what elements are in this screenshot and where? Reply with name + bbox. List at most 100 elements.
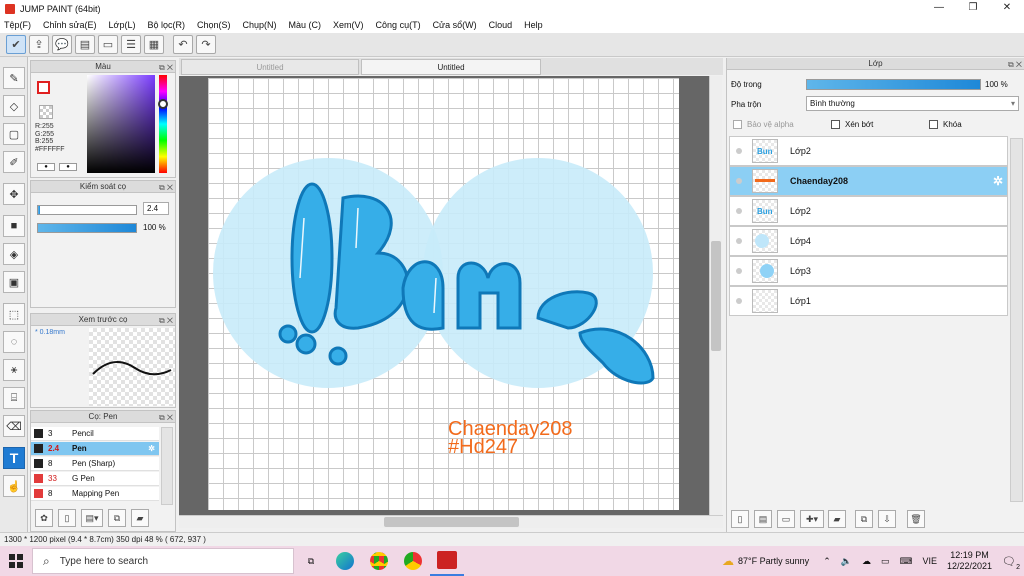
menu-help[interactable]: Help — [524, 20, 543, 30]
layer-row[interactable]: Lớp4 — [729, 226, 1008, 256]
marquee-tool-icon[interactable]: ⬚ — [3, 303, 25, 325]
menu-cloud[interactable]: Cloud — [489, 20, 513, 30]
menu-color[interactable]: Màu (C) — [289, 20, 322, 30]
brush-menu-icon[interactable]: ▤▾ — [81, 509, 103, 527]
language-indicator[interactable]: VIE — [922, 556, 937, 566]
hand-tool-icon[interactable]: ☝ — [3, 475, 25, 497]
panel-close-icon[interactable]: ⧉ ✕ — [1008, 59, 1022, 71]
taskbar-search-box[interactable]: ⌕ Type here to search — [32, 548, 294, 574]
visibility-icon[interactable] — [736, 178, 742, 184]
brush-item-g-pen[interactable]: 33 G Pen — [31, 472, 159, 486]
edge-browser-icon[interactable] — [328, 546, 362, 576]
network-icon[interactable]: ☁ — [862, 556, 871, 567]
brush-tool-icon[interactable]: ✎ — [3, 67, 25, 89]
gradient-tool-icon[interactable]: ▣ — [3, 271, 25, 293]
canvas-area[interactable]: Chaenday208 #Hd247 — [179, 76, 709, 515]
foreground-color-swatch[interactable] — [37, 81, 50, 94]
visibility-icon[interactable] — [736, 268, 742, 274]
menu-edit[interactable]: Chỉnh sửa(E) — [43, 20, 97, 30]
layer-row[interactable]: Chaenday208 ✲ — [729, 166, 1008, 196]
cloud-icon[interactable]: ✔ — [6, 35, 26, 54]
transparent-color-swatch[interactable] — [39, 105, 53, 119]
list-icon[interactable]: ☰ — [121, 35, 141, 54]
panel-close-icon[interactable]: ⧉ ✕ — [159, 412, 173, 424]
delete-layer-icon[interactable]: 🗑 — [907, 510, 925, 528]
menu-window[interactable]: Cửa sổ(W) — [433, 20, 477, 30]
tab-untitled-2[interactable]: Untitled — [361, 59, 541, 75]
brush-size-value[interactable]: 2.4 — [143, 202, 169, 215]
text-tool-icon[interactable]: T — [3, 447, 25, 469]
layer-opacity-slider[interactable] — [806, 79, 981, 90]
pen-tool-icon[interactable]: ✐ — [3, 151, 25, 173]
vertical-scroll-thumb[interactable] — [711, 241, 721, 351]
layer-row[interactable]: Lớp1 — [729, 286, 1008, 316]
magic-wand-tool-icon[interactable]: ⚹ — [3, 359, 25, 381]
new-halftone-layer-icon[interactable]: ▤ — [754, 510, 772, 528]
clipping-checkbox[interactable]: Xén bớt — [831, 120, 873, 129]
blend-mode-select[interactable]: Bình thường ▾ — [806, 96, 1019, 111]
chevron-up-icon[interactable]: ⌃ — [823, 556, 831, 567]
task-view-icon[interactable]: ⧉ — [294, 546, 328, 576]
layer-row[interactable]: Lớp3 — [729, 256, 1008, 286]
fill-rect-tool-icon[interactable]: ■ — [3, 215, 25, 237]
move-tool-icon[interactable]: ✥ — [3, 183, 25, 205]
jump-paint-taskbar-icon[interactable] — [430, 546, 464, 576]
windows-start-icon[interactable] — [0, 546, 32, 576]
clock[interactable]: 12:19 PM 12/22/2021 — [947, 550, 992, 572]
brush-list-scrollbar[interactable] — [161, 427, 173, 505]
new-brush-icon[interactable]: ▯ — [58, 509, 76, 527]
canvas-vertical-scrollbar[interactable] — [709, 76, 722, 515]
menu-view[interactable]: Xem(V) — [333, 20, 364, 30]
restore-button[interactable]: ❐ — [956, 0, 990, 17]
duplicate-layer-icon[interactable]: ⧉ — [855, 510, 873, 528]
canvas-horizontal-scrollbar[interactable] — [179, 515, 723, 528]
brush-opacity-slider[interactable] — [37, 223, 137, 233]
brush-item-pen-sharp[interactable]: 8 Pen (Sharp) — [31, 457, 159, 471]
visibility-icon[interactable] — [736, 298, 742, 304]
eraser-tool-icon[interactable]: ◇ — [3, 95, 25, 117]
lasso-tool-icon[interactable]: ◌ — [3, 331, 25, 353]
menu-capture[interactable]: Chụp(N) — [243, 20, 277, 30]
minimize-button[interactable]: — — [922, 0, 956, 17]
notification-icon[interactable]: 🗨 2 — [1002, 555, 1020, 571]
chrome-icon[interactable] — [362, 546, 396, 576]
hue-slider[interactable] — [159, 75, 167, 173]
color-mode-button-2[interactable]: ● — [59, 163, 77, 171]
comment-icon[interactable]: 💬 — [52, 35, 72, 54]
add-layer-menu-icon[interactable]: ✚▾ — [800, 510, 824, 528]
settings-gear-icon[interactable]: ✲ — [148, 444, 155, 453]
lock-checkbox[interactable]: Khóa — [929, 120, 962, 129]
protect-alpha-checkbox[interactable]: Bảo vệ alpha — [733, 120, 794, 129]
bucket-tool-icon[interactable]: ◈ — [3, 243, 25, 265]
menu-layer[interactable]: Lớp(L) — [109, 20, 136, 30]
select-eraser-tool-icon[interactable]: ⌫ — [3, 415, 25, 437]
layer-folder-icon[interactable]: ▰ — [828, 510, 846, 528]
menu-tools[interactable]: Công cụ(T) — [376, 20, 421, 30]
color-mode-button[interactable]: ● — [37, 163, 55, 171]
close-button[interactable]: ✕ — [990, 0, 1024, 17]
panel-close-icon[interactable]: ⧉ ✕ — [159, 182, 173, 194]
battery-icon[interactable]: ▭ — [881, 556, 890, 567]
visibility-icon[interactable] — [736, 208, 742, 214]
redo-icon[interactable]: ↷ — [196, 35, 216, 54]
panel-close-icon[interactable]: ⧉ ✕ — [159, 315, 173, 327]
chrome-profile-icon[interactable] — [396, 546, 430, 576]
page-icon[interactable]: ▭ — [98, 35, 118, 54]
new-layer-copy-icon[interactable]: ▭ — [777, 510, 795, 528]
brush-folder-icon[interactable]: ▰ — [131, 509, 149, 527]
keyboard-icon[interactable]: ⌨ — [899, 556, 912, 567]
horizontal-scroll-thumb[interactable] — [384, 517, 519, 527]
brush-settings-icon[interactable]: ✿ — [35, 509, 53, 527]
grid-menu-icon[interactable]: ▦ — [144, 35, 164, 54]
select-pen-tool-icon[interactable]: ⌸ — [3, 387, 25, 409]
menu-select[interactable]: Chọn(S) — [197, 20, 231, 30]
copy-brush-icon[interactable]: ⧉ — [108, 509, 126, 527]
select-rect-tool-icon[interactable]: ▢ — [3, 123, 25, 145]
layer-row[interactable]: Bun Lớp2 — [729, 196, 1008, 226]
panel-close-icon[interactable]: ⧉ ✕ — [159, 62, 173, 74]
chat-icon[interactable]: ▤ — [75, 35, 95, 54]
drawing-canvas[interactable]: Chaenday208 #Hd247 — [208, 78, 679, 510]
visibility-icon[interactable] — [736, 238, 742, 244]
layer-list-scrollbar[interactable] — [1010, 138, 1023, 502]
brush-item-pencil[interactable]: 3 Pencil — [31, 427, 159, 441]
